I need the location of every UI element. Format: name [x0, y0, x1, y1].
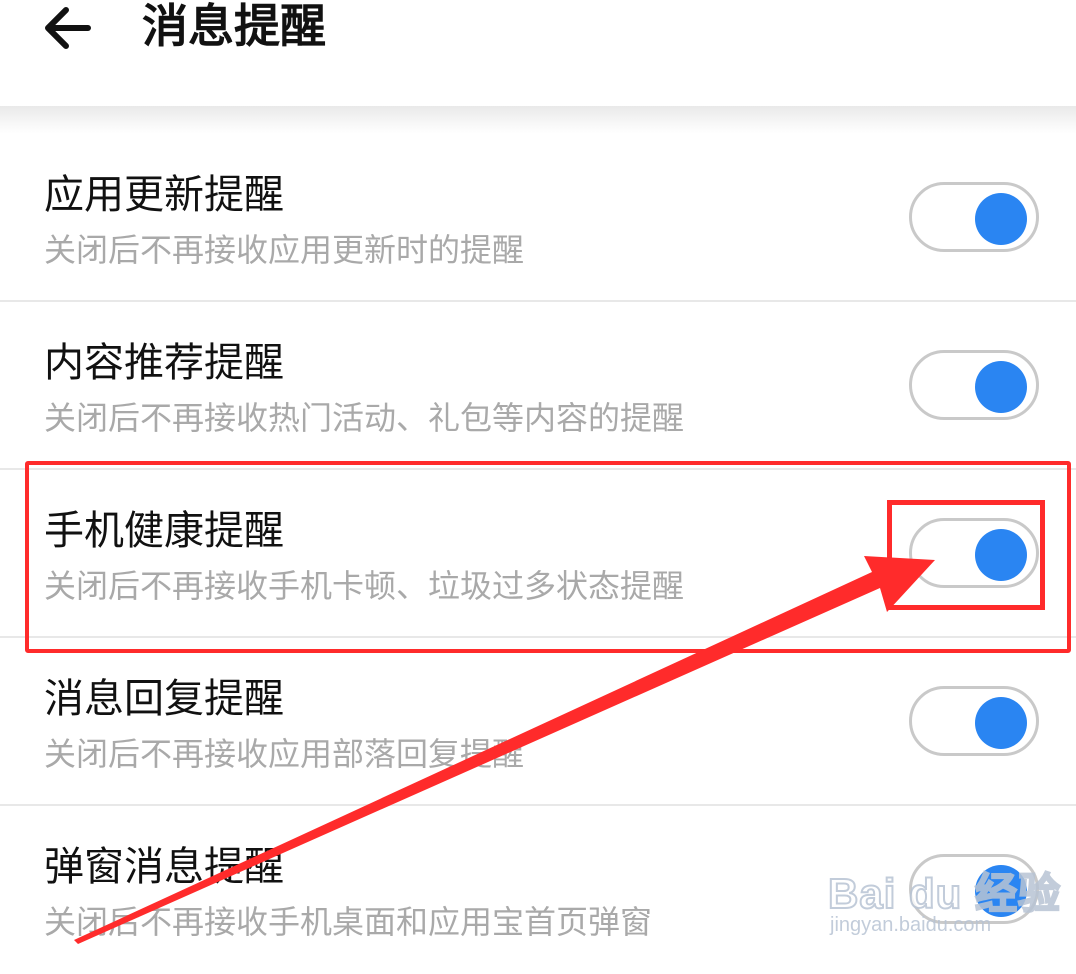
arrow-left-icon [45, 7, 91, 49]
setting-row-popup-message: 弹窗消息提醒 关闭后不再接收手机桌面和应用宝首页弹窗 [0, 806, 1076, 974]
setting-description: 关闭后不再接收手机卡顿、垃圾过多状态提醒 [44, 567, 685, 605]
setting-title: 弹窗消息提醒 [44, 844, 284, 890]
setting-row-app-update: 应用更新提醒 关闭后不再接收应用更新时的提醒 [0, 134, 1076, 302]
setting-row-content-recommend: 内容推荐提醒 关闭后不再接收热门活动、礼包等内容的提醒 [0, 302, 1076, 470]
setting-description: 关闭后不再接收应用更新时的提醒 [44, 231, 525, 269]
page-title: 消息提醒 [142, 0, 326, 53]
setting-title: 内容推荐提醒 [44, 340, 284, 386]
settings-list: 应用更新提醒 关闭后不再接收应用更新时的提醒 内容推荐提醒 关闭后不再接收热门活… [0, 134, 1076, 974]
phone-health-toggle[interactable] [909, 518, 1039, 588]
toggle-knob [975, 529, 1027, 581]
setting-title: 消息回复提醒 [44, 676, 284, 722]
app-header: 消息提醒 [0, 0, 1076, 108]
toggle-knob [975, 697, 1027, 749]
toggle-knob [975, 193, 1027, 245]
toggle-knob [975, 361, 1027, 413]
message-reply-toggle[interactable] [909, 686, 1039, 756]
app-update-toggle[interactable] [909, 182, 1039, 252]
setting-description: 关闭后不再接收应用部落回复提醒 [44, 735, 525, 773]
setting-row-phone-health: 手机健康提醒 关闭后不再接收手机卡顿、垃圾过多状态提醒 [0, 470, 1076, 638]
setting-title: 应用更新提醒 [44, 172, 284, 218]
setting-description: 关闭后不再接收热门活动、礼包等内容的提醒 [44, 399, 685, 437]
setting-description: 关闭后不再接收手机桌面和应用宝首页弹窗 [44, 903, 653, 941]
content-recommend-toggle[interactable] [909, 350, 1039, 420]
setting-title: 手机健康提醒 [44, 508, 284, 554]
back-button[interactable] [40, 0, 100, 56]
popup-message-toggle[interactable] [909, 854, 1039, 924]
setting-row-message-reply: 消息回复提醒 关闭后不再接收应用部落回复提醒 [0, 638, 1076, 806]
toggle-knob [975, 865, 1027, 917]
header-divider [0, 106, 1076, 134]
